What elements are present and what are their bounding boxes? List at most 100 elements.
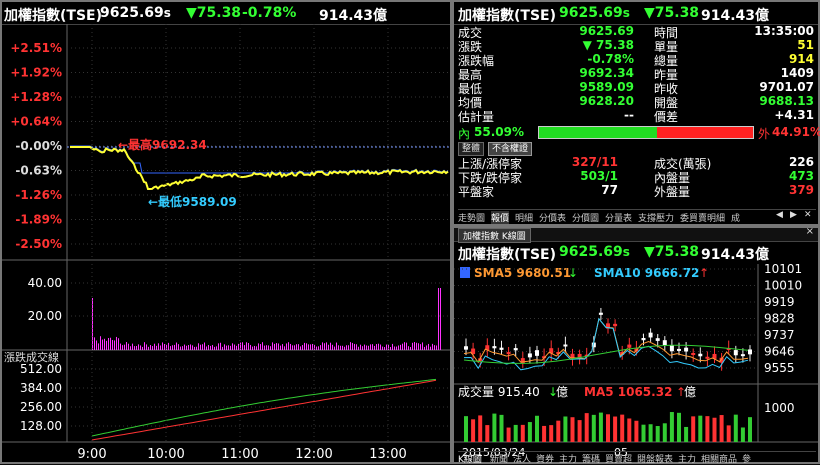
kline-volume-bar [748, 417, 752, 442]
candlestick [698, 353, 703, 357]
time-x-tick: 12:00 [295, 447, 332, 462]
volume-bar [244, 345, 245, 350]
volume-bar [320, 345, 321, 350]
quote-title-bar: 加權指數(TSE) 9625.69s ▼75.38 914.43億 [454, 2, 818, 25]
kline-tab-bar: 加權指數 K線圖 × [454, 226, 818, 243]
scroll-right-icon[interactable]: ▶ [790, 210, 797, 220]
kline-volume-bar [641, 424, 646, 442]
kline-bottom-tab[interactable]: 主力 [678, 452, 696, 465]
quote-field-label: 估計量 [458, 110, 495, 124]
kline-y-tick: 9828 [764, 312, 795, 326]
volume-bar [182, 346, 183, 350]
quote-tab[interactable]: 分量表 [605, 211, 632, 224]
volume-unit: 億 [556, 385, 568, 399]
close-icon[interactable]: ✕ [804, 210, 812, 220]
candlestick [627, 344, 632, 348]
quote-tab[interactable]: 報價 [491, 211, 510, 224]
price-y-tick: +2.51% [10, 41, 62, 55]
volume-bar [390, 346, 391, 350]
volume-bar [334, 346, 335, 350]
kline-bottom-tab[interactable]: 籌碼 [582, 452, 600, 465]
kline-bottom-tab[interactable]: 買賣超 [605, 452, 632, 465]
kline-volume-bar [478, 415, 483, 442]
quote-field-value: -0.78% [587, 52, 634, 66]
kline-volume-bar [485, 425, 490, 442]
kline-y-tick: 9737 [764, 328, 795, 342]
kline-bottom-tab[interactable]: 主力 [559, 452, 577, 465]
volume-bar [376, 344, 377, 350]
volume-bar [290, 343, 291, 350]
time-x-ticks: 9:00 10:00 11:00 12:00 13:00 [77, 24, 407, 462]
volume-bar [152, 346, 153, 350]
quote-amount: 914.43億 [701, 8, 770, 24]
volume-bar [136, 345, 137, 350]
volume-bar [120, 343, 121, 350]
kline-bottom-tab[interactable]: 新聞 [490, 452, 508, 465]
volume-bar [418, 343, 419, 350]
kline-bottom-tab[interactable]: 參 [742, 452, 751, 465]
kline-volume-bar [535, 415, 539, 442]
intraday-chart[interactable]: +2.51% +1.92% +1.28% +0.64% -0.00% -0.63% -1.2… [2, 24, 450, 464]
settings-icon[interactable] [460, 267, 470, 278]
volume-bar [254, 345, 255, 350]
quote-field-value: 77 [601, 183, 618, 197]
volume-bar [184, 344, 185, 350]
quote-tab[interactable]: 走勢圖 [458, 211, 485, 224]
volume-bar [352, 342, 353, 350]
close-icon[interactable]: × [806, 226, 814, 237]
kline-volume-bar [471, 419, 476, 442]
volume-bar [222, 346, 223, 350]
volume-bar [262, 342, 263, 350]
kline-bottom-tab[interactable]: 閱盤報表 [637, 452, 673, 465]
volume-bar [172, 345, 173, 350]
volume-bar [438, 288, 439, 350]
inner-outer-ratio [538, 126, 754, 139]
volume-bar [118, 338, 119, 350]
volume-bar [318, 346, 319, 350]
quote-tab[interactable]: 分價圖 [572, 211, 599, 224]
kline-bottom-tab[interactable]: K線圖 [458, 452, 482, 465]
volume-bar [232, 343, 233, 350]
volume-bar [198, 343, 199, 350]
volume-bar [424, 346, 425, 350]
quote-tab[interactable]: 成 [731, 211, 740, 224]
scroll-left-icon[interactable]: ◀ [776, 210, 783, 220]
volume-bar [116, 336, 117, 350]
kline-chart[interactable]: SMA5 9680.51 ↓ SMA10 9666.72 ↑ 10101 1001… [454, 264, 818, 462]
candlestick [464, 346, 468, 350]
volume-bar [112, 339, 113, 350]
no-warrant-button[interactable]: 不含權證 [488, 142, 533, 156]
volume-bar [146, 344, 147, 350]
volume-bar [382, 346, 383, 350]
volume-bar [346, 345, 347, 350]
candlestick [613, 323, 618, 327]
quote-tab[interactable]: 分價表 [539, 211, 566, 224]
kline-bottom-tab[interactable]: 資券 [536, 452, 554, 465]
quote-field-value: +4.31 [774, 108, 814, 122]
quote-tab[interactable]: 支撐壓力 [638, 211, 674, 224]
volume-bar [264, 345, 265, 350]
quote-field-value: 51 [797, 38, 814, 52]
quote-tab[interactable]: 明細 [515, 211, 533, 224]
volume-bar [392, 343, 393, 350]
volume-bar [414, 342, 415, 350]
volume-bar [432, 343, 433, 350]
price-y-tick: -0.63% [15, 164, 62, 178]
kline-volume-bar [464, 416, 468, 442]
volume-bar [342, 345, 343, 350]
kline-bottom-tab[interactable]: 法人 [513, 452, 531, 465]
sma5-arrow: ↓ [568, 266, 578, 280]
intraday-high-label: ←最高9692.34 [118, 137, 207, 152]
kline-bottom-tab[interactable]: 相關商品 [701, 452, 737, 465]
quote-tab[interactable]: 委買賣明細 [680, 211, 725, 224]
quote-panel: 加權指數(TSE) 9625.69s ▼75.38 914.43億 成交 9625… [452, 0, 820, 226]
volume-bar [288, 342, 289, 350]
quote-field-label: 外盤量 [654, 185, 691, 199]
kline-volume-bar [677, 412, 681, 442]
volume-bar [138, 344, 139, 350]
summary-button[interactable]: 整體 [458, 142, 485, 156]
outer-label: 外 [758, 127, 771, 141]
price-y-tick: +1.92% [10, 66, 62, 80]
volume-bar [386, 344, 387, 350]
volume-bar [316, 346, 317, 350]
